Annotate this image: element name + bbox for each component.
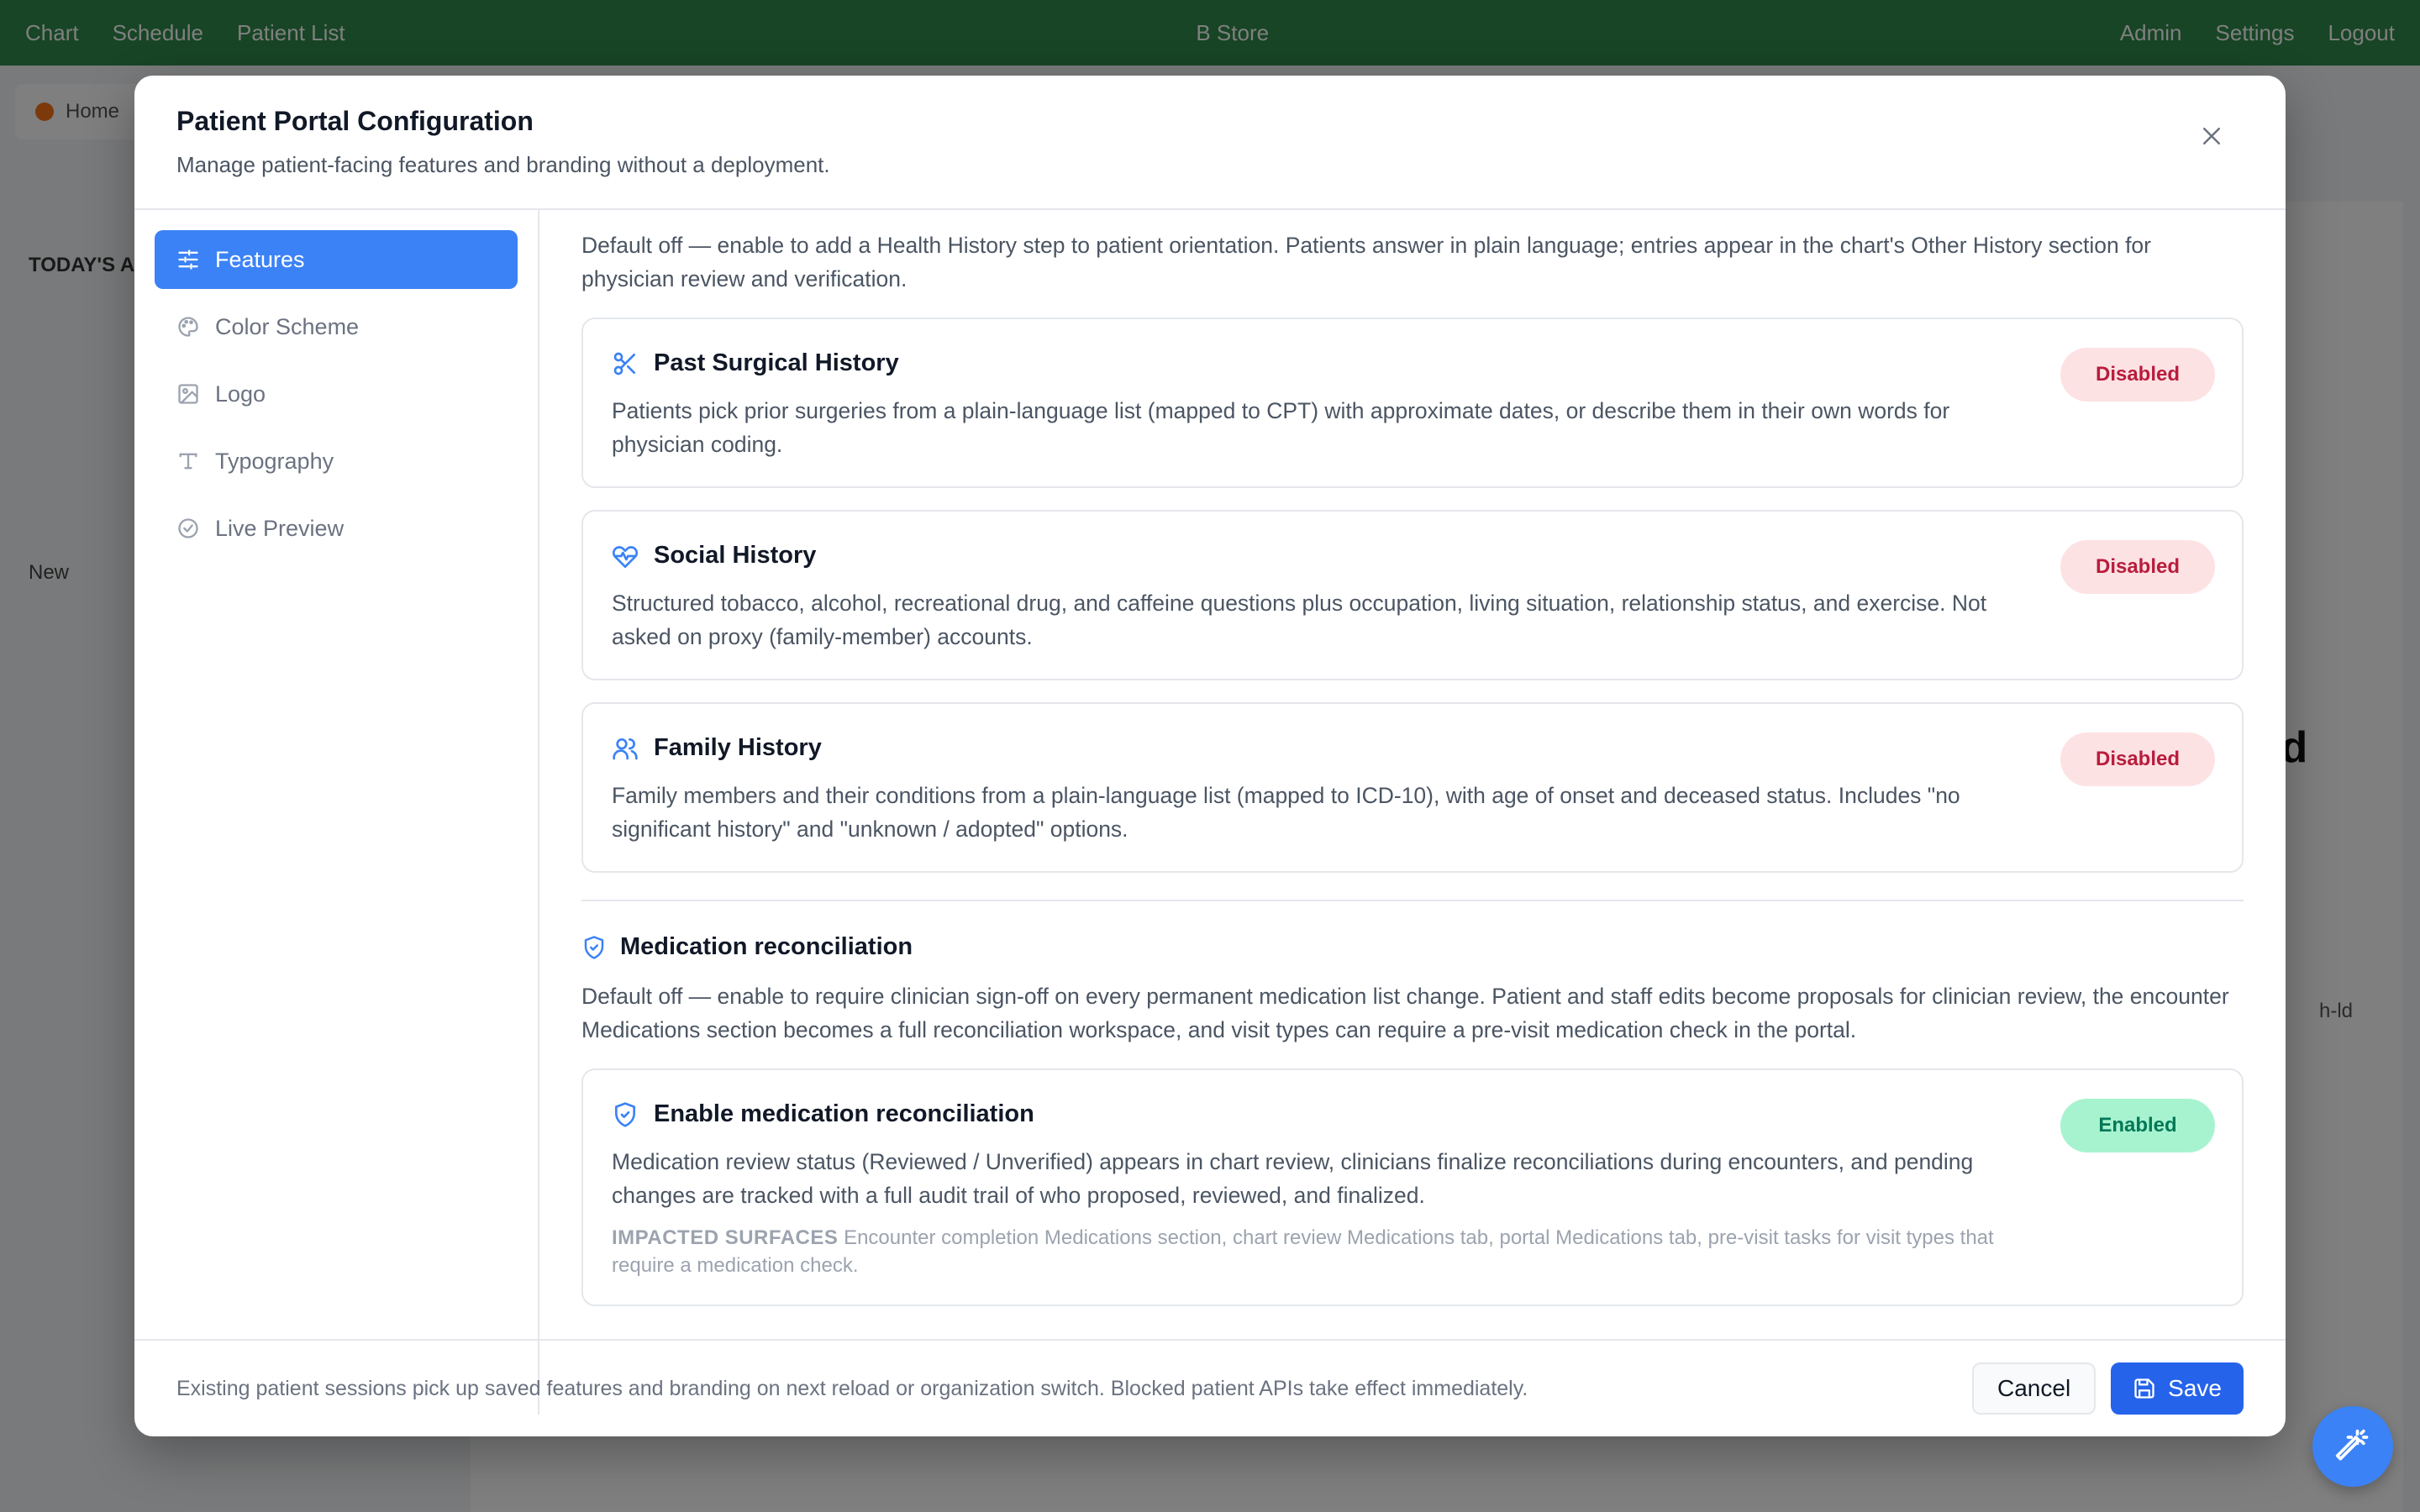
modal-subtitle: Manage patient-facing features and brand… [176,152,830,177]
scissors-icon [613,352,635,375]
card-title: Social History [654,542,817,569]
section-divider [581,900,2244,901]
sidebar-item-logo[interactable]: Logo [155,365,518,423]
config-sidebar: Features Color Scheme Logo Typography Li… [134,210,539,1415]
sidebar-item-features[interactable]: Features [155,230,518,289]
status-toggle-family-history[interactable]: Disabled [2060,732,2215,786]
users-icon [613,738,638,759]
status-toggle-social-history[interactable]: Disabled [2060,540,2215,594]
feature-card-family-history: Family History Family members and their … [581,702,2244,873]
save-label: Save [2168,1375,2222,1401]
section-title: Medication reconciliation [620,933,913,960]
portal-config-modal: Patient Portal Configuration Manage pati… [134,76,2286,1436]
impacted-surfaces: IMPACTED SURFACES Encounter completion M… [612,1224,2023,1279]
card-description: Patients pick prior surgeries from a pla… [612,398,1950,457]
image-icon [178,384,198,404]
modal-header: Patient Portal Configuration Manage pati… [134,76,2286,210]
sliders-icon [178,249,198,270]
sidebar-item-typography[interactable]: Typography [155,432,518,491]
save-button[interactable]: Save [2111,1362,2244,1415]
palette-icon [178,317,198,337]
feature-card-past-surgical-history: Past Surgical History Patients pick prio… [581,318,2244,488]
impacted-label: IMPACTED SURFACES [612,1226,839,1249]
check-circle-icon [178,518,198,538]
feature-card-med-reconciliation: Enable medication reconciliation Medicat… [581,1068,2244,1306]
shield-check-icon [584,935,604,959]
save-icon [2134,1378,2154,1399]
modal-footer: Existing patient sessions pick up saved … [134,1339,2286,1436]
features-content[interactable]: Default off — enable to add a Health His… [539,210,2286,1415]
section-description: Default off — enable to require clinicia… [581,984,2229,1042]
shield-check-icon [615,1101,635,1127]
sidebar-item-label: Logo [215,381,266,407]
magic-wand-icon [2335,1429,2369,1461]
card-title: Enable medication reconciliation [654,1100,1034,1127]
status-toggle-med-reconciliation[interactable]: Enabled [2060,1099,2215,1152]
heart-pulse-icon [613,545,638,568]
status-toggle-past-surgical[interactable]: Disabled [2060,348,2215,402]
sidebar-item-color-scheme[interactable]: Color Scheme [155,297,518,356]
type-icon [179,453,197,470]
sidebar-item-label: Live Preview [215,515,345,541]
feature-card-social-history: Social History Structured tobacco, alcoh… [581,510,2244,680]
sidebar-item-label: Features [215,246,305,272]
card-description: Structured tobacco, alcohol, recreationa… [612,591,1987,649]
close-button[interactable] [2188,113,2235,160]
cancel-button[interactable]: Cancel [1972,1362,2096,1415]
modal-title: Patient Portal Configuration [176,106,534,136]
footer-note: Existing patient sessions pick up saved … [176,1376,1528,1400]
close-icon [2203,128,2220,144]
card-description: Family members and their conditions from… [612,783,1960,842]
sidebar-item-label: Typography [215,448,334,474]
health-history-intro: Default off — enable to add a Health His… [581,233,2151,291]
sidebar-item-label: Color Scheme [215,313,360,339]
med-reconciliation-header: Medication reconciliation [581,933,2244,961]
card-title: Past Surgical History [654,349,899,376]
magic-wand-button[interactable] [2312,1406,2393,1487]
card-title: Family History [654,734,822,761]
sidebar-item-live-preview[interactable]: Live Preview [155,499,518,558]
card-description: Medication review status (Reviewed / Unv… [612,1149,1974,1208]
